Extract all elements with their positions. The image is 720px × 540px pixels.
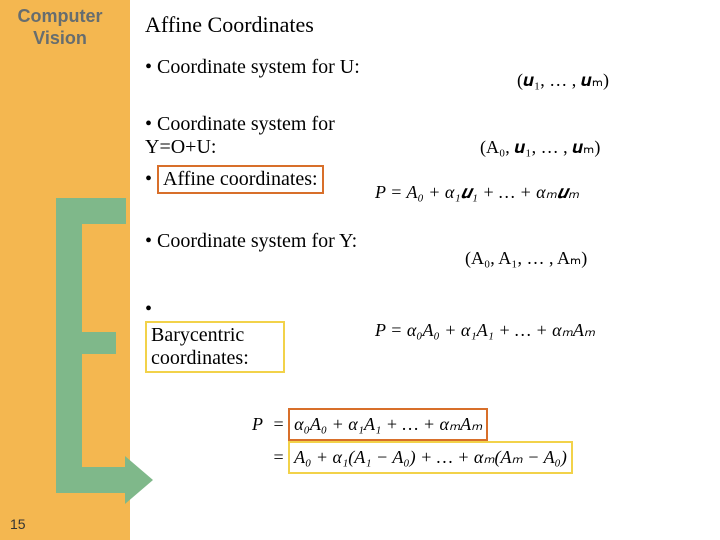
equation-rhs-1: α₀A₀ + α₁A₁ + … + αₘAₘ	[288, 408, 488, 441]
affine-label-box: Affine coordinates:	[157, 165, 324, 194]
bullet-text: Coordinate system for Y=O+U:	[145, 113, 335, 158]
barycentric-label-box: Barycentric coordinates:	[145, 321, 285, 373]
bullet-text: Barycentric coordinates:	[151, 324, 249, 369]
formula-coord-you: (A₀, 𝒖₁, … , 𝒖ₘ)	[480, 137, 600, 158]
bullet-coord-y: • Coordinate system for Y:	[145, 230, 357, 253]
slide-content: Affine Coordinates • Coordinate system f…	[145, 12, 705, 187]
equation-row-2: = A₀ + α₁(A₁ − A₀) + … + αₘ(Aₘ − A₀)	[225, 441, 573, 474]
bullet-coord-u: • Coordinate system for U:	[145, 56, 705, 79]
sidebar-title: Computer Vision	[0, 6, 120, 49]
formula-barycentric: P = α₀A₀ + α₁A₁ + … + αₘAₘ	[375, 320, 595, 341]
formula-coord-u: (𝒖₁, … , 𝒖ₘ)	[517, 70, 609, 91]
equation-block: P = α₀A₀ + α₁A₁ + … + αₘAₘ = A₀ + α₁(A₁ …	[225, 408, 573, 474]
bullet-affine: • Affine coordinates:	[145, 165, 324, 194]
formula-coord-y: (A₀, A₁, … , Aₘ)	[465, 248, 587, 269]
equation-lhs: P	[225, 410, 269, 439]
equation-row-1: P = α₀A₀ + α₁A₁ + … + αₘAₘ	[225, 408, 573, 441]
sidebar-title-line1: Computer	[18, 6, 103, 26]
bullet-text: Coordinate system for Y:	[157, 230, 357, 252]
page-title: Affine Coordinates	[145, 12, 705, 38]
page-number: 15	[10, 516, 26, 532]
bullet-barycentric: • Barycentric coordinates:	[145, 298, 285, 373]
formula-affine: P = A₀ + α₁𝒖₁ + … + αₘ𝒖ₘ	[375, 182, 579, 203]
bullet-coord-you: • Coordinate system for Y=O+U:	[145, 113, 705, 159]
bullet-text: Affine coordinates:	[163, 168, 318, 190]
equation-rhs-2: A₀ + α₁(A₁ − A₀) + … + αₘ(Aₘ − A₀)	[288, 441, 573, 474]
sidebar-title-line2: Vision	[33, 28, 87, 48]
bullet-text: Coordinate system for U:	[157, 56, 360, 78]
e-arrow-graphic	[56, 198, 126, 493]
